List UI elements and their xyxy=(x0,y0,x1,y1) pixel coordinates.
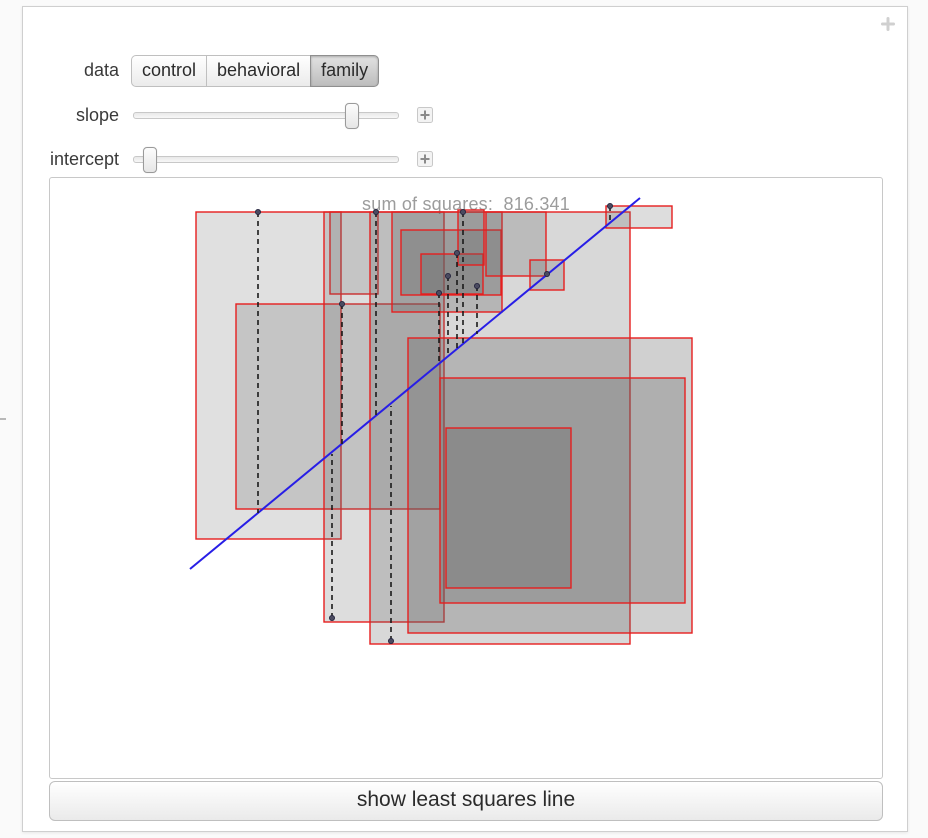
data-option-behavioral[interactable]: behavioral xyxy=(206,55,310,87)
intercept-expand-icon[interactable] xyxy=(417,151,433,167)
data-option-family[interactable]: family xyxy=(310,55,379,87)
plot-svg xyxy=(50,178,882,778)
intercept-row: intercept xyxy=(23,147,433,171)
demonstration-panel: data controlbehavioralfamily slope inter… xyxy=(22,6,908,832)
data-button-group: controlbehavioralfamily xyxy=(131,55,379,85)
slope-slider[interactable] xyxy=(131,103,401,127)
data-option-control[interactable]: control xyxy=(131,55,206,87)
panel-options-icon[interactable] xyxy=(879,15,897,33)
slope-label: slope xyxy=(23,105,119,126)
slope-expand-icon[interactable] xyxy=(417,107,433,123)
edge-tick xyxy=(0,418,6,420)
data-label: data xyxy=(23,60,119,81)
slider-track xyxy=(133,156,399,163)
show-least-squares-button[interactable]: show least squares line xyxy=(49,781,883,821)
intercept-slider[interactable] xyxy=(131,147,401,171)
data-selector-row: data controlbehavioralfamily xyxy=(23,55,379,85)
slider-thumb[interactable] xyxy=(345,103,359,129)
plot-area: sum of squares: 816.341 xyxy=(49,177,883,779)
slider-thumb[interactable] xyxy=(143,147,157,173)
intercept-label: intercept xyxy=(23,149,119,170)
slope-row: slope xyxy=(23,103,433,127)
